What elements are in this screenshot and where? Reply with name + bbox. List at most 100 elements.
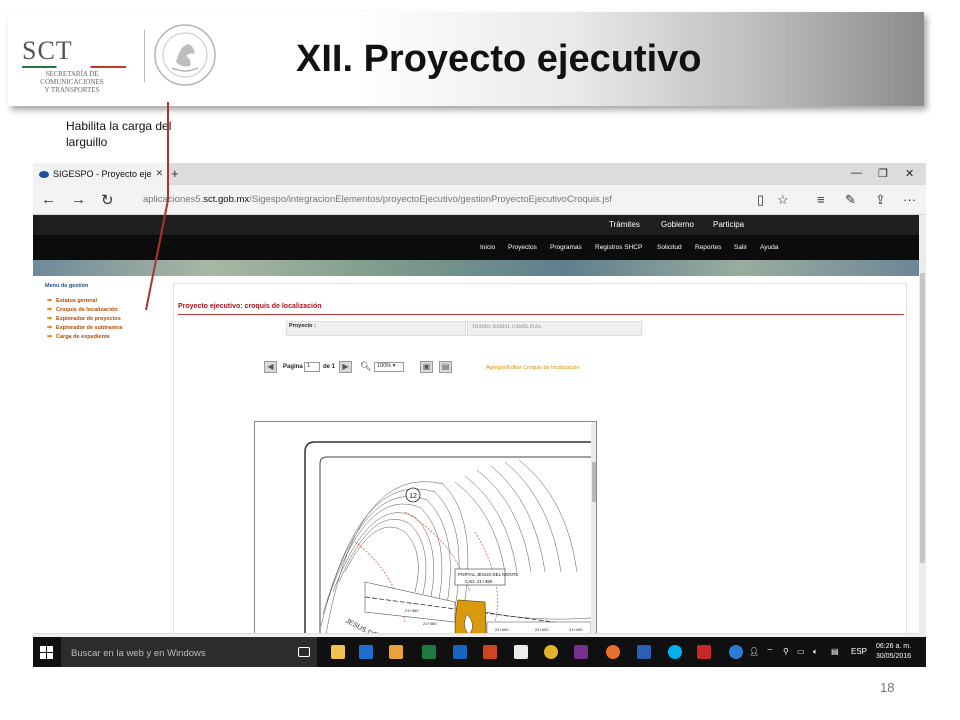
outlook-icon[interactable] [453,645,467,659]
sidebar-item-estatus[interactable]: ➡ Estatus general [47,297,97,305]
station-21-400: 21+400 [495,627,509,632]
minimize-icon[interactable]: — [851,167,862,179]
viewer-scroll-thumb[interactable] [592,462,596,502]
arrow-right-icon: ➡ [47,298,53,304]
antivirus-icon[interactable] [697,645,711,659]
language-indicator[interactable]: ESP [851,647,867,656]
edit-croquis-link[interactable]: Agregar/Editar Croquis de localización [486,365,580,371]
chrome-icon[interactable] [544,645,558,659]
pdf-page-label: Pagina [283,364,303,370]
menu-ayuda[interactable]: Ayuda [760,244,778,251]
sidebar-item-label: Estatus general [56,297,97,304]
edge-icon[interactable] [359,645,373,659]
excel-icon[interactable] [422,645,436,659]
drawing-marker: 12 [409,493,417,500]
onenote-icon[interactable] [574,645,588,659]
arrow-right-icon: ➡ [47,334,53,340]
sidebar-item-explorador-subtramos[interactable]: ➡ Explorador de subtramos [47,324,123,332]
share-icon[interactable]: ⇪ [875,192,886,208]
powerpoint-icon[interactable] [483,645,497,659]
store-icon[interactable] [514,645,528,659]
window-close-icon[interactable]: ✕ [905,167,914,180]
url-domain: sct.gob.mx [203,194,250,205]
logo-divider [144,30,145,82]
taskbar-search-placeholder: Buscar en la web y en Windows [71,648,206,659]
viewer-vertical-scrollbar[interactable] [591,422,596,667]
word-icon[interactable] [637,645,651,659]
sct-logo-abbr: SCT [22,36,73,65]
sidebar-item-carga-expediente[interactable]: ➡ Carga de expediente [47,333,110,341]
app-icon[interactable] [729,645,743,659]
menu-solicitud[interactable]: Solicitud [657,244,682,251]
zoom-icon[interactable]: 🔍︎ [360,361,371,372]
pdf-viewer[interactable]: 12 PORTAL JESUS DEL MONTE CAD. 21+390 JE… [254,421,597,667]
battery-icon[interactable]: ▭ [797,647,805,656]
sct-logo-stripe [22,66,126,68]
pdf-save-icon[interactable]: ▤ [439,361,452,373]
browser-tab[interactable]: SIGESPO - Proyecto eje ✕ [33,163,167,185]
menu-programas[interactable]: Programas [550,244,582,251]
url-prefix: aplicaciones5. [143,194,204,205]
volume-icon[interactable]: 🔈︎ [813,647,818,657]
menu-proyectos[interactable]: Proyectos [508,244,537,251]
task-view-icon[interactable] [298,647,310,657]
menu-reportes[interactable]: Reportes [695,244,721,251]
network-icon[interactable]: ⚲ [783,647,789,656]
file-explorer-icon[interactable] [331,645,345,659]
station-21-360: 21+360 [405,608,419,613]
pdf-view-icon[interactable]: ▣ [420,361,433,373]
prev-page-icon[interactable]: ◀ [264,361,277,373]
skype-icon[interactable] [668,645,682,659]
browser-tab-bar: SIGESPO - Proyecto eje ✕ + — ❐ ✕ [33,163,926,185]
notification-icon[interactable]: ▤ [831,647,839,656]
project-label: Proyecto : [289,323,316,329]
pdf-toolbar: ◀ Pagina 1 de 1 ▶ 🔍︎ 100% ▾ ▣ ▤ [264,361,464,375]
media-player-icon[interactable] [389,645,403,659]
windows-start-icon[interactable] [40,646,53,659]
zoom-select[interactable]: 100% ▾ [374,362,404,372]
top-menu-participa[interactable]: Participa [713,220,744,229]
address-bar: ← → ↻ aplicaciones5.sct.gob.mx/Sigespo/i… [33,185,926,215]
new-tab-icon[interactable]: + [171,166,179,181]
firefox-icon[interactable] [606,645,620,659]
people-icon[interactable]: 👤︎ [749,647,759,656]
next-page-icon[interactable]: ▶ [339,361,352,373]
favorite-star-icon[interactable]: ☆ [777,192,789,208]
page-title: Proyecto ejecutivo: croquis de localizac… [178,303,322,310]
content-panel: Proyecto ejecutivo: croquis de localizac… [173,283,907,667]
url-field[interactable]: aplicaciones5.sct.gob.mx/Sigespo/integra… [143,194,612,205]
taskbar-clock[interactable]: 06:26 a. m. 30/05/2016 [876,642,911,662]
top-menu-gobierno[interactable]: Gobierno [661,220,694,229]
slide-title: XII. Proyecto ejecutivo [296,38,702,80]
sidebar-item-croquis[interactable]: ➡ Croquis de localización [47,306,117,314]
sidebar-item-explorador-proyectos[interactable]: ➡ Explorador de proyectos [47,315,121,323]
page-scroll-thumb[interactable] [920,273,925,563]
zoom-value: 100% [377,363,392,369]
title-rule [178,314,904,315]
web-note-icon[interactable]: ✎ [845,192,856,208]
arrow-right-icon: ➡ [47,325,53,331]
site-favicon-icon [39,170,49,178]
mexico-seal-icon [154,24,216,86]
portal-label-2: CAD. 21+390 [465,579,493,584]
menu-registros-shcp[interactable]: Registros SHCP [595,244,642,251]
wifi-icon[interactable]: ⌔ [766,647,774,657]
sidebar-item-label: Carga de expediente [56,333,110,340]
more-icon[interactable]: ··· [903,192,916,207]
reading-view-icon[interactable]: ▯ [757,192,764,208]
web-page: Trámites Gobierno Participa Inicio Proye… [33,215,919,667]
top-menu-tramites[interactable]: Trámites [609,220,640,229]
restore-icon[interactable]: ❐ [878,167,888,180]
sct-logo-line3: Y TRANSPORTES [44,86,100,94]
back-icon[interactable]: ← [41,191,56,208]
browser-tab-title: SIGESPO - Proyecto eje [53,169,152,179]
hub-icon[interactable]: ≡ [817,192,825,207]
forward-icon[interactable]: → [71,191,86,208]
sct-logo-subtitle: SECRETARÍA DE COMUNICACIONES Y TRANSPORT… [26,70,118,94]
tab-close-icon[interactable]: ✕ [155,168,163,179]
refresh-icon[interactable]: ↻ [101,191,114,209]
pdf-page-input[interactable]: 1 [304,362,320,372]
menu-salir[interactable]: Salir [734,244,747,251]
arrow-right-icon: ➡ [47,316,53,322]
menu-inicio[interactable]: Inicio [480,244,495,251]
